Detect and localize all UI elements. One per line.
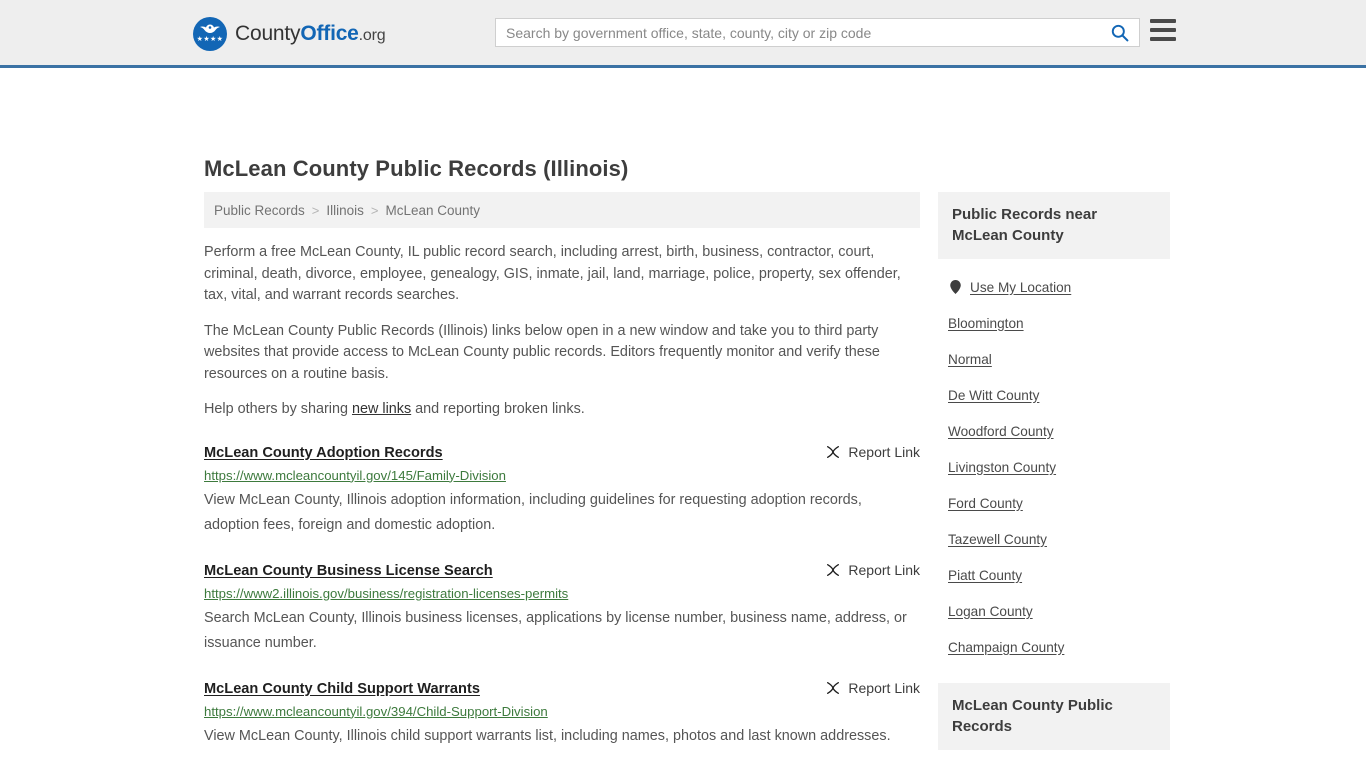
sidebar-link-label[interactable]: De Witt County bbox=[948, 388, 1039, 403]
result-item: McLean County Business License Search Re… bbox=[204, 561, 920, 656]
sidebar-item-piatt-county[interactable]: Piatt County bbox=[938, 557, 1170, 593]
search-bar[interactable] bbox=[495, 18, 1140, 47]
result-description: View McLean County, Illinois child suppo… bbox=[204, 727, 891, 744]
intro-paragraph-2: The McLean County Public Records (Illino… bbox=[204, 322, 880, 382]
sidebar-item-arrest-records-search[interactable]: Arrest Records Search bbox=[938, 760, 1170, 768]
intro-text-after-link: and reporting broken links. bbox=[411, 401, 585, 417]
sidebar-link-label[interactable]: Bloomington bbox=[948, 316, 1024, 331]
result-title-link[interactable]: McLean County Business License Search bbox=[204, 561, 493, 581]
hamburger-bar-3 bbox=[1150, 37, 1176, 41]
result-title-link[interactable]: McLean County Adoption Records bbox=[204, 443, 443, 463]
sidebar-link-label[interactable]: Piatt County bbox=[948, 568, 1022, 583]
sidebar-item-logan-county[interactable]: Logan County bbox=[938, 593, 1170, 629]
sidebar-item-champaign-county[interactable]: Champaign County bbox=[938, 629, 1170, 665]
sidebar-link-label[interactable]: Tazewell County bbox=[948, 532, 1047, 547]
sidebar-link-label[interactable]: Use My Location bbox=[970, 280, 1071, 295]
sidebar-records-list: Arrest Records Search Birth Records Sear… bbox=[938, 750, 1170, 768]
search-icon bbox=[1111, 24, 1128, 42]
report-link-label: Report Link bbox=[848, 561, 920, 578]
report-link-button[interactable]: Report Link bbox=[825, 444, 920, 460]
breadcrumb-separator-2: > bbox=[370, 202, 379, 218]
page-title: McLean County Public Records (Illinois) bbox=[204, 156, 629, 181]
site-logo[interactable]: ★★★★ CountyOffice.org bbox=[193, 17, 386, 51]
result-header: McLean County Child Support Warrants Rep… bbox=[204, 679, 920, 699]
sidebar-link-label[interactable]: Logan County bbox=[948, 604, 1033, 619]
result-description: Search McLean County, Illinois business … bbox=[204, 609, 907, 651]
sidebar-heading-near: Public Records near McLean County bbox=[938, 192, 1170, 259]
sidebar-link-label[interactable]: Champaign County bbox=[948, 640, 1064, 655]
sidebar: Public Records near McLean County Use My… bbox=[938, 192, 1170, 768]
broken-link-icon bbox=[827, 445, 840, 458]
county-office-logo-icon: ★★★★ bbox=[193, 17, 227, 51]
breadcrumb-item-illinois[interactable]: Illinois bbox=[326, 203, 364, 218]
sidebar-link-label[interactable]: Woodford County bbox=[948, 424, 1054, 439]
sidebar-item-de-witt-county[interactable]: De Witt County bbox=[938, 377, 1170, 413]
sidebar-records-section: McLean County Public Records Arrest Reco… bbox=[938, 683, 1170, 768]
intro-paragraph-1: Perform a free McLean County, IL public … bbox=[204, 244, 901, 303]
sidebar-item-use-my-location[interactable]: Use My Location bbox=[938, 269, 1170, 305]
result-header: McLean County Business License Search Re… bbox=[204, 561, 920, 581]
result-url[interactable]: https://www.mcleancountyil.gov/145/Famil… bbox=[204, 467, 920, 485]
broken-link-icon bbox=[827, 563, 840, 576]
sidebar-item-woodford-county[interactable]: Woodford County bbox=[938, 413, 1170, 449]
report-link-label: Report Link bbox=[848, 679, 920, 696]
brand-county: County bbox=[235, 22, 301, 45]
breadcrumb: Public Records > Illinois > McLean Count… bbox=[204, 192, 920, 228]
brand-tld: .org bbox=[358, 27, 386, 44]
sidebar-item-tazewell-county[interactable]: Tazewell County bbox=[938, 521, 1170, 557]
sidebar-near-list: Use My Location Bloomington Normal De Wi… bbox=[938, 259, 1170, 665]
report-link-button[interactable]: Report Link bbox=[825, 680, 920, 696]
sidebar-link-label[interactable]: Ford County bbox=[948, 496, 1023, 511]
new-links-link[interactable]: new links bbox=[352, 401, 411, 417]
results-list: McLean County Adoption Records Report Li… bbox=[204, 443, 920, 768]
brand-text: CountyOffice.org bbox=[235, 22, 386, 46]
hamburger-bar-2 bbox=[1150, 28, 1176, 32]
result-url[interactable]: https://www2.illinois.gov/business/regis… bbox=[204, 585, 920, 603]
sidebar-item-normal[interactable]: Normal bbox=[938, 341, 1170, 377]
result-title-link[interactable]: McLean County Child Support Warrants bbox=[204, 679, 480, 699]
search-button[interactable] bbox=[1099, 19, 1139, 46]
intro-paragraph-3: Help others by sharing new links and rep… bbox=[204, 399, 920, 421]
stars-icon: ★★★★ bbox=[196, 36, 224, 43]
site-header: ★★★★ CountyOffice.org bbox=[0, 0, 1366, 68]
breadcrumb-item-mclean-county: McLean County bbox=[385, 202, 481, 218]
hamburger-bar-1 bbox=[1150, 19, 1176, 23]
map-pin-icon bbox=[948, 280, 962, 294]
sidebar-item-bloomington[interactable]: Bloomington bbox=[938, 305, 1170, 341]
result-item: McLean County Adoption Records Report Li… bbox=[204, 443, 920, 538]
sidebar-heading-records: McLean County Public Records bbox=[938, 683, 1170, 750]
result-url[interactable]: https://www.mcleancountyil.gov/394/Child… bbox=[204, 703, 920, 721]
brand-office: Office bbox=[300, 22, 359, 45]
result-header: McLean County Adoption Records Report Li… bbox=[204, 443, 920, 463]
result-item: McLean County Child Support Warrants Rep… bbox=[204, 679, 920, 749]
broken-link-icon bbox=[827, 681, 840, 694]
hamburger-menu-icon[interactable] bbox=[1150, 19, 1176, 41]
sidebar-item-livingston-county[interactable]: Livingston County bbox=[938, 449, 1170, 485]
report-link-label: Report Link bbox=[848, 443, 920, 460]
report-link-button[interactable]: Report Link bbox=[825, 562, 920, 578]
search-input[interactable] bbox=[496, 19, 1099, 46]
sidebar-item-ford-county[interactable]: Ford County bbox=[938, 485, 1170, 521]
breadcrumb-separator-1: > bbox=[311, 202, 320, 218]
result-description: View McLean County, Illinois adoption in… bbox=[204, 491, 862, 533]
sidebar-link-label[interactable]: Normal bbox=[948, 352, 992, 367]
main-content: Public Records > Illinois > McLean Count… bbox=[204, 192, 920, 768]
intro-text-before-link: Help others by sharing bbox=[204, 401, 352, 417]
sidebar-link-label[interactable]: Livingston County bbox=[948, 460, 1056, 475]
eagle-icon bbox=[200, 24, 220, 33]
breadcrumb-item-public-records[interactable]: Public Records bbox=[214, 203, 305, 218]
